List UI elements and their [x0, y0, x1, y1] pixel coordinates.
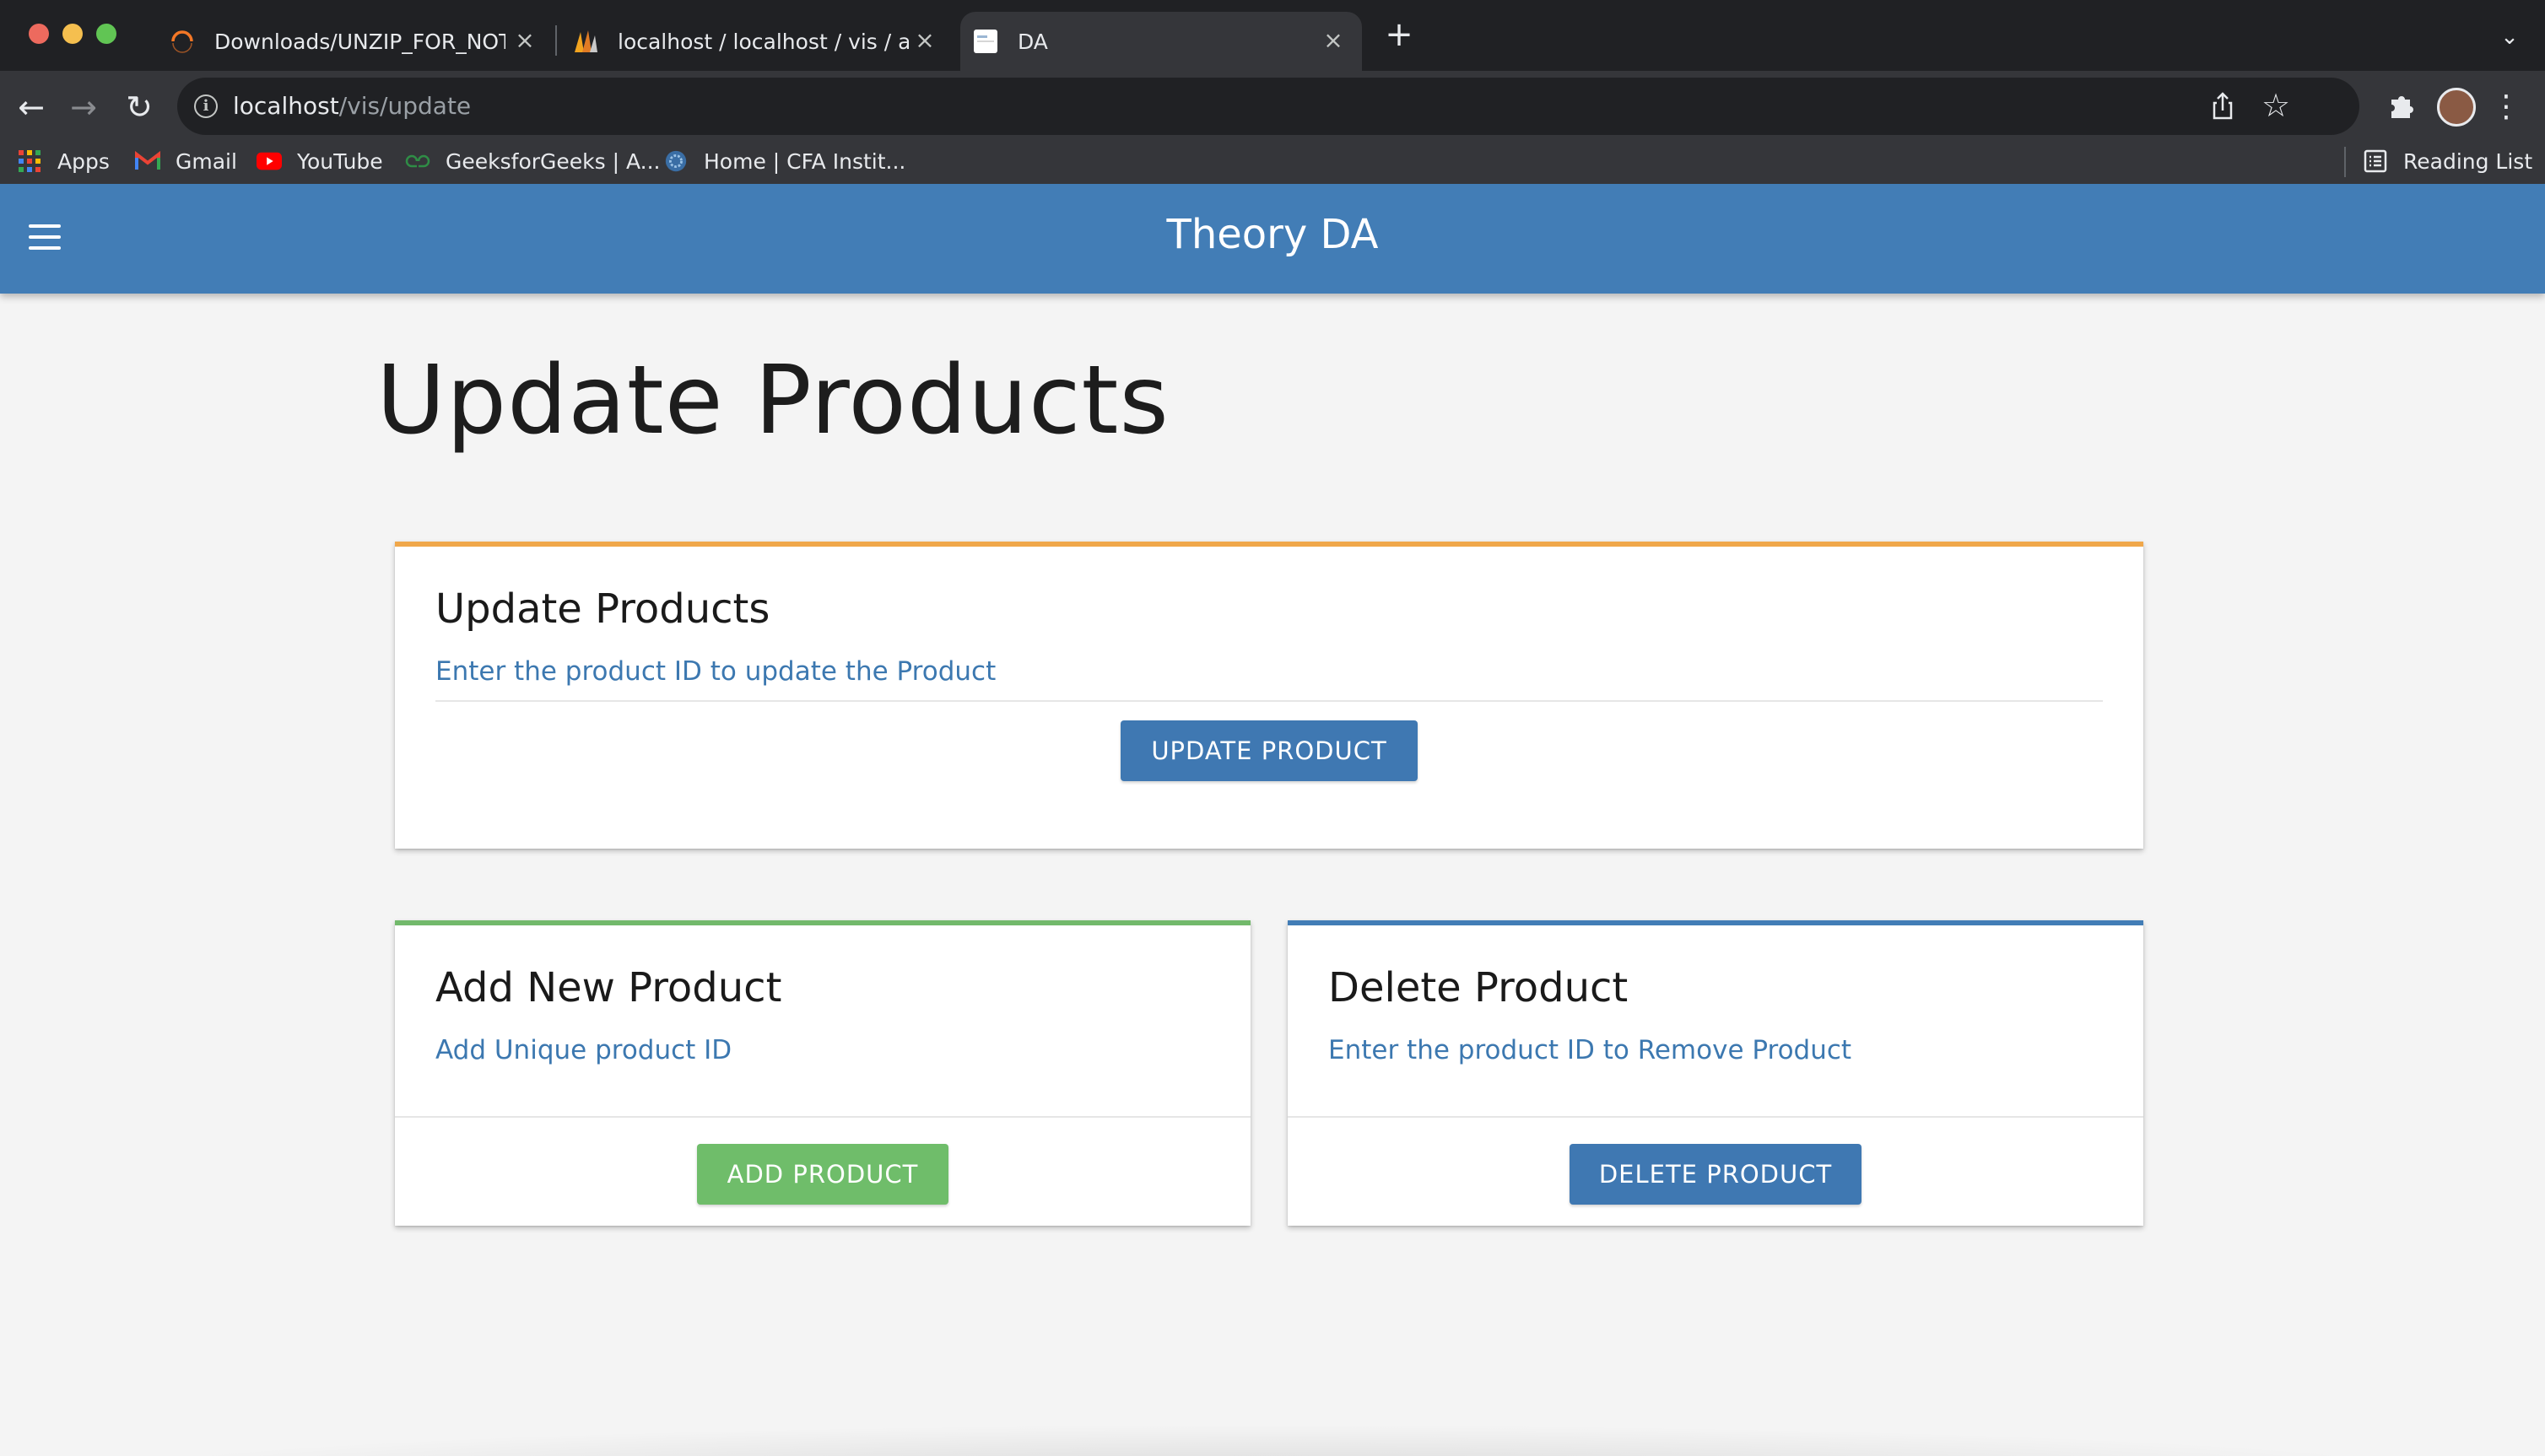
gmail-icon	[135, 148, 160, 174]
bookmarks-bar: Apps Gmail YouTube GeeksforGeeks | A... …	[0, 135, 2545, 187]
extensions-puzzle-icon[interactable]	[2381, 86, 2423, 128]
card-divider	[435, 700, 2103, 702]
profile-avatar[interactable]	[2437, 88, 2476, 127]
browser-toolbar: ← → ↻ i localhost/vis/update ☆ ⋮ Apps Gm…	[0, 71, 2545, 197]
tab-search-chevron-icon[interactable]: ⌄	[2494, 22, 2525, 52]
phpmyadmin-icon	[572, 28, 599, 55]
bookmark-star-icon[interactable]: ☆	[2256, 86, 2295, 125]
bookmarks-divider	[2344, 147, 2346, 177]
reading-list-icon	[2363, 148, 2388, 174]
new-tab-button[interactable]: +	[1384, 18, 1414, 51]
tab-label: localhost / localhost / vis / admin	[618, 29, 909, 54]
tab-label: Downloads/UNZIP_FOR_NOTEBOOKS	[214, 29, 505, 54]
tab-close-icon[interactable]: ×	[913, 29, 937, 52]
reading-list-label: Reading List	[2403, 148, 2533, 174]
bookmark-cfa[interactable]: Home | CFA Instit...	[663, 135, 905, 187]
tab-label: DA	[1018, 29, 1048, 54]
page-icon	[972, 28, 999, 55]
bookmark-label: GeeksforGeeks | A...	[446, 148, 661, 174]
browser-tab-da[interactable]: DA ×	[960, 12, 1362, 71]
card-subtitle: Enter the product ID to Remove Product	[1328, 1035, 1852, 1065]
forward-arrow-icon[interactable]: →	[62, 86, 105, 128]
tab-separator	[555, 25, 557, 56]
gfg-icon	[405, 148, 430, 174]
url-path: /vis/update	[338, 92, 472, 120]
card-divider	[395, 1116, 1251, 1118]
address-bar[interactable]: i localhost/vis/update ☆	[177, 78, 2359, 135]
card-subtitle: Add Unique product ID	[435, 1035, 732, 1065]
bookmark-label: YouTube	[297, 148, 383, 174]
delete-product-button[interactable]: DELETE PRODUCT	[1570, 1144, 1861, 1205]
reading-list-button[interactable]: Reading List	[2363, 135, 2532, 187]
tab-close-icon[interactable]: ×	[513, 29, 537, 52]
window-close-button[interactable]	[29, 24, 49, 44]
browser-tab-downloads[interactable]: Downloads/UNZIP_FOR_NOTEBOOKS ×	[157, 12, 554, 71]
cfa-icon	[663, 148, 689, 174]
url-host: localhost	[233, 92, 339, 120]
bookmark-gmail[interactable]: Gmail	[135, 135, 237, 187]
address-url[interactable]: localhost/vis/update	[233, 92, 471, 120]
bookmark-label: Apps	[57, 148, 110, 174]
browser-tab-phpmyadmin[interactable]: localhost / localhost / vis / admin ×	[560, 12, 954, 71]
window-zoom-button[interactable]	[96, 24, 116, 44]
bookmark-apps[interactable]: Apps	[17, 135, 110, 187]
bookmark-label: Home | CFA Instit...	[704, 148, 906, 174]
bookmark-geeksforgeeks[interactable]: GeeksforGeeks | A...	[405, 135, 660, 187]
tab-close-icon[interactable]: ×	[1321, 29, 1345, 52]
card-divider	[1288, 1116, 2143, 1118]
bookmark-youtube[interactable]: YouTube	[257, 135, 383, 187]
card-title: Update Products	[435, 585, 770, 633]
browser-tabstrip: Downloads/UNZIP_FOR_NOTEBOOKS × localhos…	[0, 0, 2545, 71]
apps-grid-icon	[17, 148, 42, 174]
add-product-card: Add New Product Add Unique product ID AD…	[395, 920, 1251, 1226]
card-subtitle: Enter the product ID to update the Produ…	[435, 656, 997, 687]
page-title: Update Products	[376, 346, 1170, 456]
youtube-icon	[257, 148, 282, 174]
browser-menu-icon[interactable]: ⋮	[2489, 86, 2523, 128]
footer-shadow	[84, 1424, 2461, 1456]
site-info-icon[interactable]: i	[194, 94, 218, 118]
card-title: Add New Product	[435, 964, 782, 1011]
add-product-button[interactable]: ADD PRODUCT	[697, 1144, 948, 1205]
delete-product-card: Delete Product Enter the product ID to R…	[1288, 920, 2143, 1226]
spinner-icon	[169, 28, 196, 55]
update-product-button[interactable]: UPDATE PRODUCT	[1121, 720, 1418, 781]
bookmark-label: Gmail	[176, 148, 237, 174]
back-arrow-icon[interactable]: ←	[10, 86, 52, 128]
card-title: Delete Product	[1328, 964, 1629, 1011]
window-minimize-button[interactable]	[62, 24, 83, 44]
page-viewport: Theory DA Update Products Update Product…	[0, 184, 2545, 1456]
app-title: Theory DA	[1166, 211, 1379, 258]
app-header: Theory DA	[0, 184, 2545, 294]
reload-icon[interactable]: ↻	[118, 86, 160, 128]
share-icon[interactable]	[2206, 89, 2240, 123]
update-products-card: Update Products Enter the product ID to …	[395, 542, 2143, 849]
